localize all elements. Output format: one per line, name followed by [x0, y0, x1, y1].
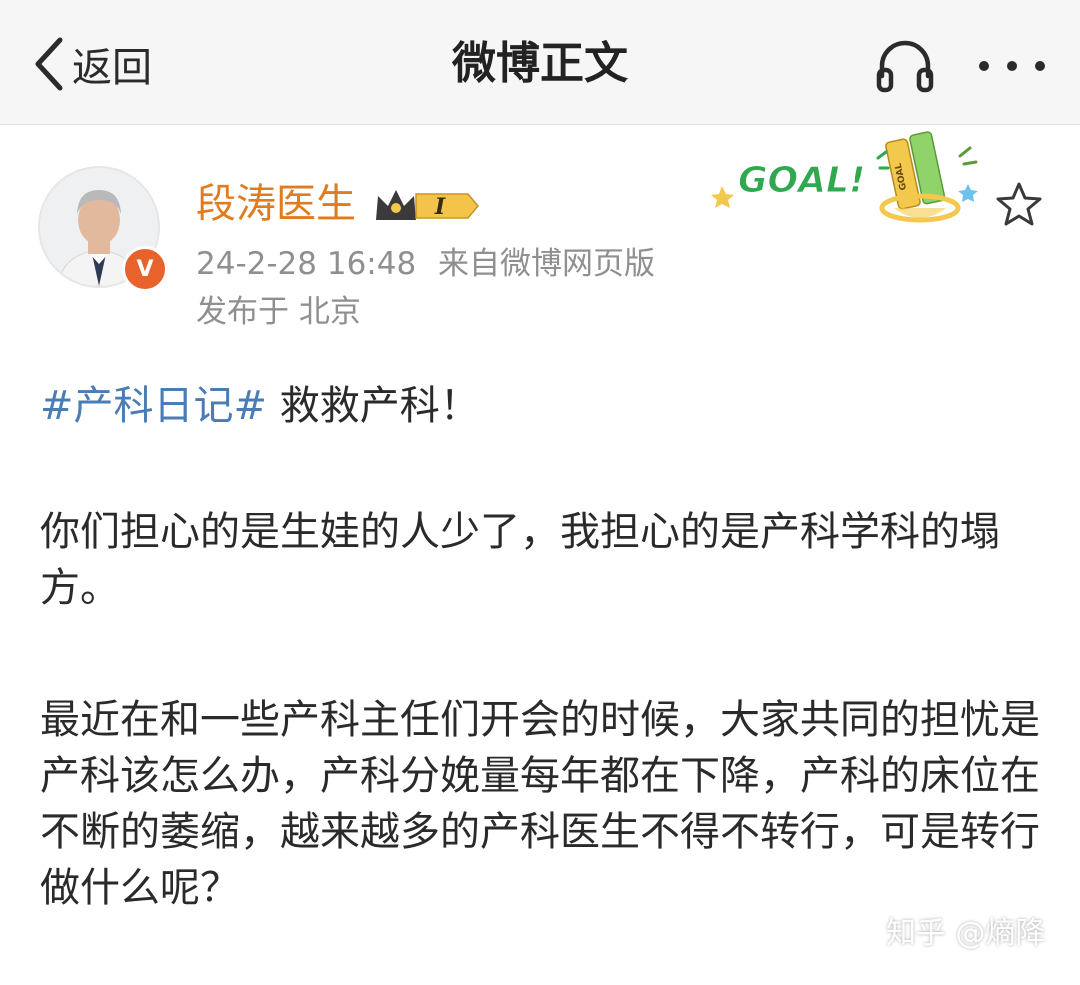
post-paragraph-1: 你们担心的是生娃的人少了，我担心的是产科学科的塌方。: [40, 509, 1000, 611]
zhihu-watermark: 知乎 @熵降: [886, 916, 1046, 951]
star-outline-icon[interactable]: [994, 180, 1044, 230]
more-horizontal-icon[interactable]: [972, 36, 1052, 96]
topic-link[interactable]: #产科日记#: [40, 383, 267, 429]
crown-icon: I: [376, 190, 479, 220]
headphones-icon[interactable]: [872, 36, 938, 96]
post-source: 来自微博网页版: [438, 246, 656, 282]
author-name[interactable]: 段涛医生: [196, 178, 356, 230]
verified-badge: V: [122, 246, 168, 292]
post-location: 发布于 北京: [196, 294, 361, 330]
post-headline-text: 救救产科！: [267, 383, 480, 429]
vip-level-badge[interactable]: I: [372, 184, 484, 228]
vip-level-text: I: [434, 194, 446, 220]
post-paragraph-2: 最近在和一些产科主任们开会的时候，大家共同的担忧是产科该怎么办，产科分娩量每年都…: [40, 697, 1040, 911]
goal-sticker-decoration: GOAL! GOAL: [711, 131, 978, 223]
weibo-post-page: 返回 微博正文 V 段涛医生 I 24-2-28 16:48 来自微博网页版 发…: [0, 0, 1080, 985]
author-avatar[interactable]: V: [38, 166, 168, 292]
post-headline: #产科日记# 救救产科！: [40, 378, 1040, 434]
post-meta: 24-2-28 16:48 来自微博网页版: [196, 244, 655, 284]
top-nav-bar: 返回 微博正文: [0, 0, 1080, 125]
goal-text: GOAL!: [738, 160, 865, 201]
post-timestamp: 24-2-28 16:48: [196, 246, 417, 282]
